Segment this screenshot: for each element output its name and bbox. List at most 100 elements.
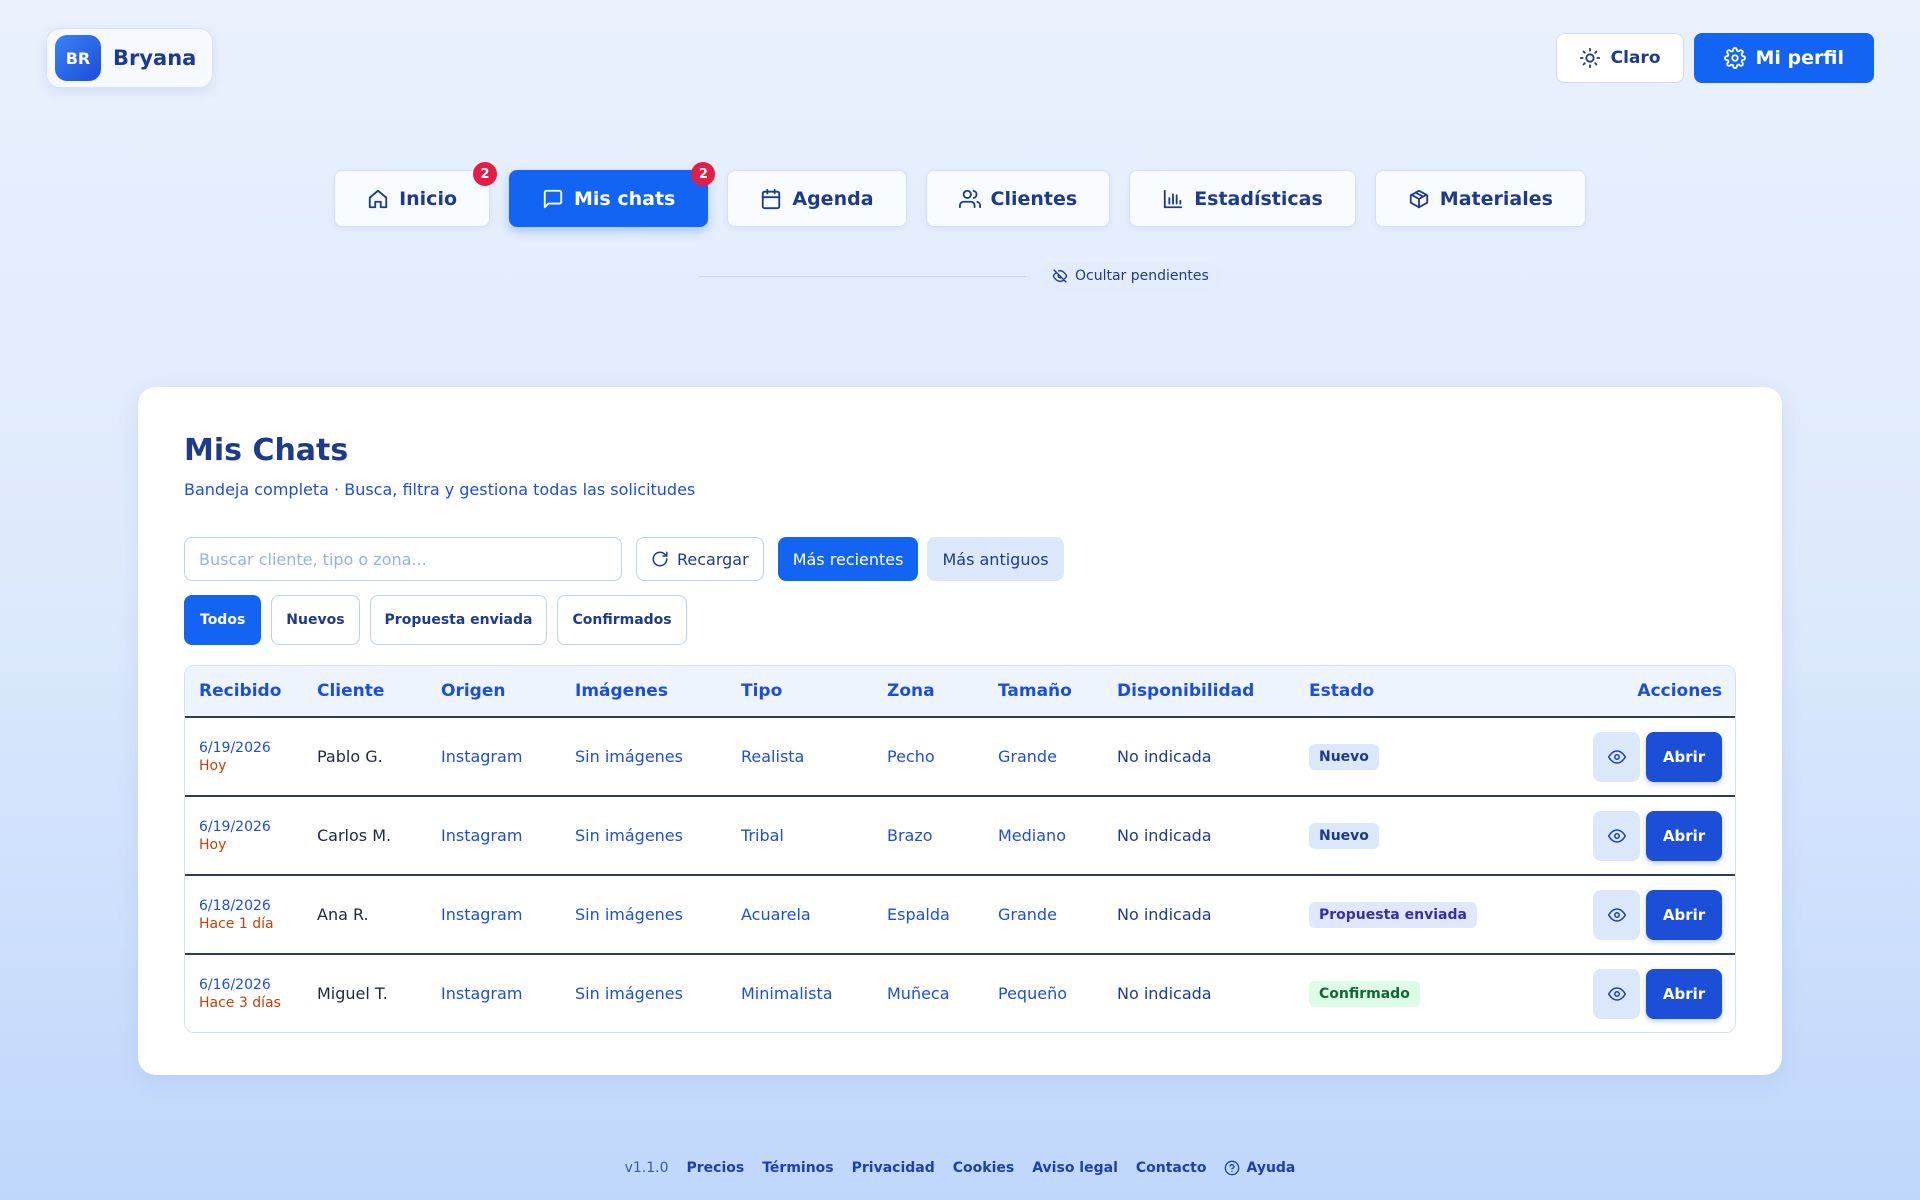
size: Grande xyxy=(998,905,1057,924)
images: Sin imágenes xyxy=(575,747,683,766)
eye-icon xyxy=(1607,985,1626,1003)
calendar-icon xyxy=(760,188,782,210)
sort-oldest-button[interactable]: Más antiguos xyxy=(927,537,1064,581)
client-name: Ana R. xyxy=(317,905,369,924)
open-button[interactable]: Abrir xyxy=(1646,810,1722,861)
nav-label: Materiales xyxy=(1439,187,1553,210)
main-nav: Inicio 2 Mis chats 2 Agenda Clientes Est… xyxy=(0,162,1920,227)
status-badge: Nuevo xyxy=(1309,822,1379,849)
col-zona: Zona xyxy=(887,681,935,701)
nav-label: Clientes xyxy=(990,187,1078,210)
notification-badge: 2 xyxy=(473,162,498,186)
gear-icon xyxy=(1723,47,1746,69)
received-date: 6/18/2026 xyxy=(199,897,271,914)
open-button[interactable]: Abrir xyxy=(1646,889,1722,940)
user-brand[interactable]: BR Bryana xyxy=(46,28,214,88)
eye-icon xyxy=(1607,748,1626,766)
col-tamano: Tamaño xyxy=(998,681,1072,701)
col-cliente: Cliente xyxy=(317,681,385,701)
help-label: Ayuda xyxy=(1246,1160,1296,1176)
client-name: Carlos M. xyxy=(317,826,392,845)
theme-toggle-button[interactable]: Claro xyxy=(1555,33,1684,83)
table-row[interactable]: 6/19/2026 Hoy Pablo G. Instagram Sin imág… xyxy=(185,716,1735,795)
type: Realista xyxy=(741,747,805,766)
chat-icon xyxy=(542,188,564,210)
footer-link-precios[interactable]: Precios xyxy=(687,1160,745,1176)
page-subtitle: Bandeja completa · Busca, filtra y gesti… xyxy=(184,480,696,499)
images: Sin imágenes xyxy=(575,905,683,924)
col-estado: Estado xyxy=(1309,681,1375,701)
eye-off-icon xyxy=(1052,268,1068,284)
refresh-icon xyxy=(651,550,669,568)
eye-icon xyxy=(1607,827,1626,845)
images: Sin imágenes xyxy=(575,826,683,845)
nav-item-mis-chats[interactable]: Mis chats 2 xyxy=(509,162,716,227)
col-imagenes: Imágenes xyxy=(575,681,668,701)
user-name: Bryana xyxy=(113,46,197,70)
preview-button[interactable] xyxy=(1593,968,1640,1019)
nav-item-estadisticas[interactable]: Estadísticas xyxy=(1129,170,1356,227)
reload-label: Recargar xyxy=(677,549,749,569)
received-relative: Hoy xyxy=(199,757,227,774)
profile-button[interactable]: Mi perfil xyxy=(1693,33,1874,83)
images: Sin imágenes xyxy=(575,984,683,1003)
nav-item-inicio[interactable]: Inicio 2 xyxy=(334,162,498,227)
type: Acuarela xyxy=(741,905,811,924)
table-header: Recibido Cliente Origen Imágenes Tipo Zo… xyxy=(185,666,1735,716)
footer-link-privacidad[interactable]: Privacidad xyxy=(852,1160,935,1176)
table-row[interactable]: 6/16/2026 Hace 3 días Miguel T. Instagram… xyxy=(185,953,1735,1032)
chats-table: Recibido Cliente Origen Imágenes Tipo Zo… xyxy=(184,665,1736,1033)
col-tipo: Tipo xyxy=(741,681,783,701)
col-disponibilidad: Disponibilidad xyxy=(1117,681,1255,701)
availability: No indicada xyxy=(1117,905,1212,924)
help-icon xyxy=(1224,1160,1240,1176)
client-name: Miguel T. xyxy=(317,984,388,1003)
box-icon xyxy=(1408,188,1430,210)
table-row[interactable]: 6/19/2026 Hoy Carlos M. Instagram Sin imá… xyxy=(185,795,1735,874)
open-button[interactable]: Abrir xyxy=(1646,731,1722,782)
table-row[interactable]: 6/18/2026 Hace 1 día Ana R. Instagram Sin… xyxy=(185,874,1735,953)
preview-button[interactable] xyxy=(1593,810,1640,861)
col-acciones: Acciones xyxy=(1637,681,1722,701)
availability: No indicada xyxy=(1117,984,1212,1003)
notification-badge: 2 xyxy=(691,162,716,186)
footer-link-ayuda[interactable]: Ayuda xyxy=(1224,1160,1295,1176)
nav-item-agenda[interactable]: Agenda xyxy=(727,170,907,227)
nav-item-clientes[interactable]: Clientes xyxy=(925,170,1111,227)
zone: Muñeca xyxy=(887,984,950,1003)
filter-nuevos[interactable]: Nuevos xyxy=(271,595,360,645)
sun-icon xyxy=(1579,47,1601,69)
avatar: BR xyxy=(55,35,101,81)
status-badge: Propuesta enviada xyxy=(1309,901,1477,928)
zone: Pecho xyxy=(887,747,935,766)
reload-button[interactable]: Recargar xyxy=(636,537,764,581)
bar-chart-icon xyxy=(1162,188,1184,210)
size: Grande xyxy=(998,747,1057,766)
footer-link-cookies[interactable]: Cookies xyxy=(953,1160,1014,1176)
version-label: v1.1.0 xyxy=(624,1160,669,1176)
received-relative: Hace 3 días xyxy=(199,994,281,1011)
type: Tribal xyxy=(741,826,784,845)
type: Minimalista xyxy=(741,984,833,1003)
eye-icon xyxy=(1607,906,1626,924)
hide-pending-button[interactable]: Ocultar pendientes xyxy=(1040,262,1221,290)
footer-link-contacto[interactable]: Contacto xyxy=(1136,1160,1207,1176)
preview-button[interactable] xyxy=(1593,889,1640,940)
filter-propuesta-enviada[interactable]: Propuesta enviada xyxy=(369,595,548,645)
origin: Instagram xyxy=(441,984,523,1003)
nav-item-materiales[interactable]: Materiales xyxy=(1374,170,1586,227)
page-title: Mis Chats xyxy=(184,433,349,468)
origin: Instagram xyxy=(441,747,523,766)
chats-card: Mis Chats Bandeja completa · Busca, filt… xyxy=(138,387,1782,1075)
search-input[interactable] xyxy=(184,537,622,581)
hide-pending-label: Ocultar pendientes xyxy=(1075,268,1209,284)
footer-link-terminos[interactable]: Términos xyxy=(762,1160,833,1176)
preview-button[interactable] xyxy=(1593,731,1640,782)
footer: v1.1.0 Precios Términos Privacidad Cooki… xyxy=(0,1160,1920,1176)
footer-link-aviso-legal[interactable]: Aviso legal xyxy=(1032,1160,1118,1176)
filter-todos[interactable]: Todos xyxy=(184,595,262,645)
sort-newest-button[interactable]: Más recientes xyxy=(777,537,919,581)
filter-confirmados[interactable]: Confirmados xyxy=(557,595,687,645)
open-button[interactable]: Abrir xyxy=(1646,968,1722,1019)
nav-label: Estadísticas xyxy=(1194,187,1323,210)
